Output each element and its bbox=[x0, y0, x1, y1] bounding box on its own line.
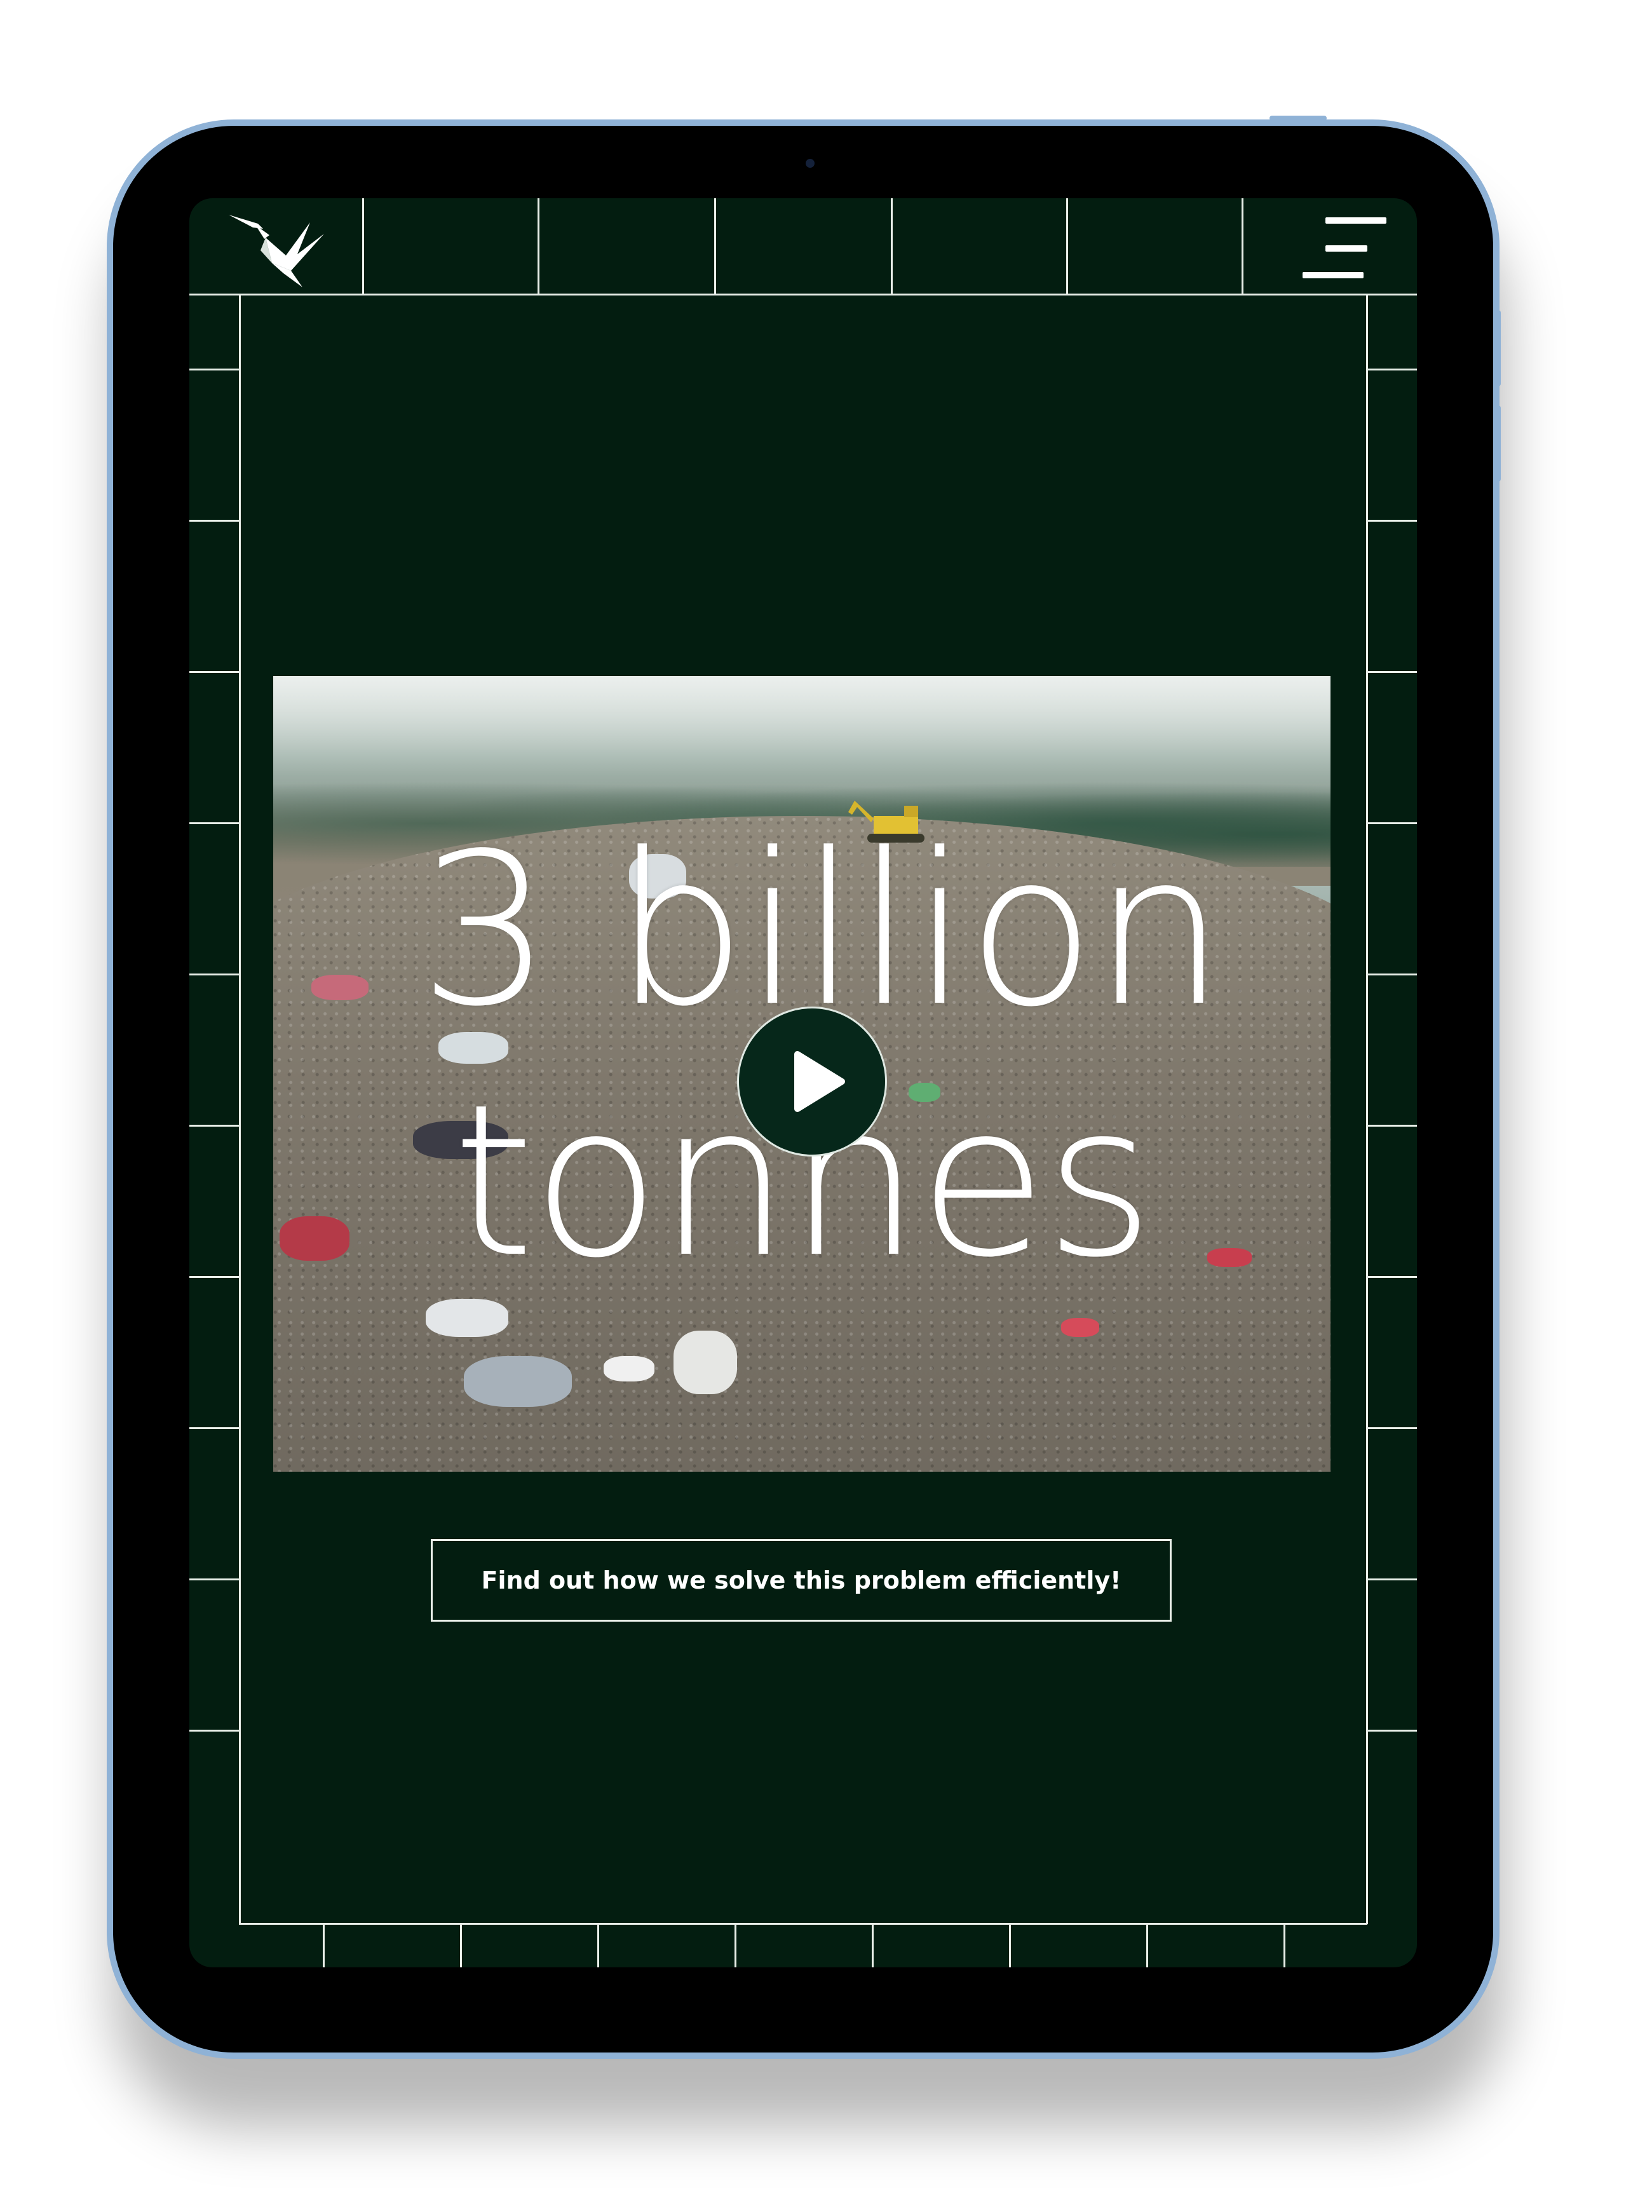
footer-divider bbox=[460, 1923, 462, 1967]
right-tick bbox=[1366, 822, 1417, 824]
right-tick bbox=[1366, 1730, 1417, 1732]
crane-bird-logo-icon[interactable] bbox=[227, 210, 329, 292]
footer-divider bbox=[1146, 1923, 1148, 1967]
screen: 3 billion tonnes Find out how we solve t… bbox=[189, 198, 1417, 1967]
left-tick bbox=[189, 1427, 240, 1429]
left-column-line bbox=[239, 294, 241, 1924]
left-tick bbox=[189, 822, 240, 824]
video-litter bbox=[426, 1299, 508, 1337]
right-column-line bbox=[1366, 294, 1368, 1924]
right-tick bbox=[1366, 1427, 1417, 1429]
header-divider bbox=[362, 198, 364, 295]
left-tick bbox=[189, 671, 240, 673]
left-tick bbox=[189, 1730, 240, 1732]
play-icon bbox=[794, 1051, 845, 1112]
volume-down-button bbox=[1496, 405, 1501, 482]
play-button[interactable] bbox=[737, 1007, 887, 1157]
header-divider bbox=[1242, 198, 1243, 295]
left-tick bbox=[189, 369, 240, 370]
right-tick bbox=[1366, 520, 1417, 522]
video-litter bbox=[464, 1356, 572, 1407]
header-divider bbox=[891, 198, 893, 295]
footer-divider bbox=[872, 1923, 874, 1967]
left-tick bbox=[189, 1578, 240, 1580]
footer-divider bbox=[323, 1923, 325, 1967]
header-divider bbox=[714, 198, 716, 295]
volume-up-button bbox=[1496, 310, 1501, 386]
right-tick bbox=[1366, 1578, 1417, 1580]
video-player[interactable]: 3 billion tonnes bbox=[273, 676, 1330, 1472]
right-tick bbox=[1366, 1276, 1417, 1278]
header-divider bbox=[1066, 198, 1068, 295]
video-litter bbox=[604, 1356, 654, 1381]
footer-divider bbox=[735, 1923, 736, 1967]
footer-divider bbox=[1283, 1923, 1285, 1967]
right-tick bbox=[1366, 369, 1417, 370]
top-button bbox=[1269, 116, 1327, 121]
header-divider bbox=[538, 198, 539, 295]
header-bottom-line bbox=[189, 294, 1417, 295]
video-litter bbox=[674, 1331, 737, 1394]
left-tick bbox=[189, 1125, 240, 1127]
footer-top-line bbox=[239, 1923, 1367, 1925]
camera bbox=[806, 159, 815, 168]
right-tick bbox=[1366, 671, 1417, 673]
hamburger-menu-icon[interactable] bbox=[1303, 217, 1391, 281]
video-litter bbox=[1061, 1318, 1099, 1337]
right-tick bbox=[1366, 1125, 1417, 1127]
left-tick bbox=[189, 1276, 240, 1278]
hero-line-1: 3 billion bbox=[418, 808, 1226, 1052]
right-tick bbox=[1366, 974, 1417, 975]
find-out-more-button[interactable]: Find out how we solve this problem effic… bbox=[431, 1539, 1172, 1622]
footer-divider bbox=[1009, 1923, 1011, 1967]
footer-divider bbox=[597, 1923, 599, 1967]
left-tick bbox=[189, 520, 240, 522]
left-tick bbox=[189, 974, 240, 975]
